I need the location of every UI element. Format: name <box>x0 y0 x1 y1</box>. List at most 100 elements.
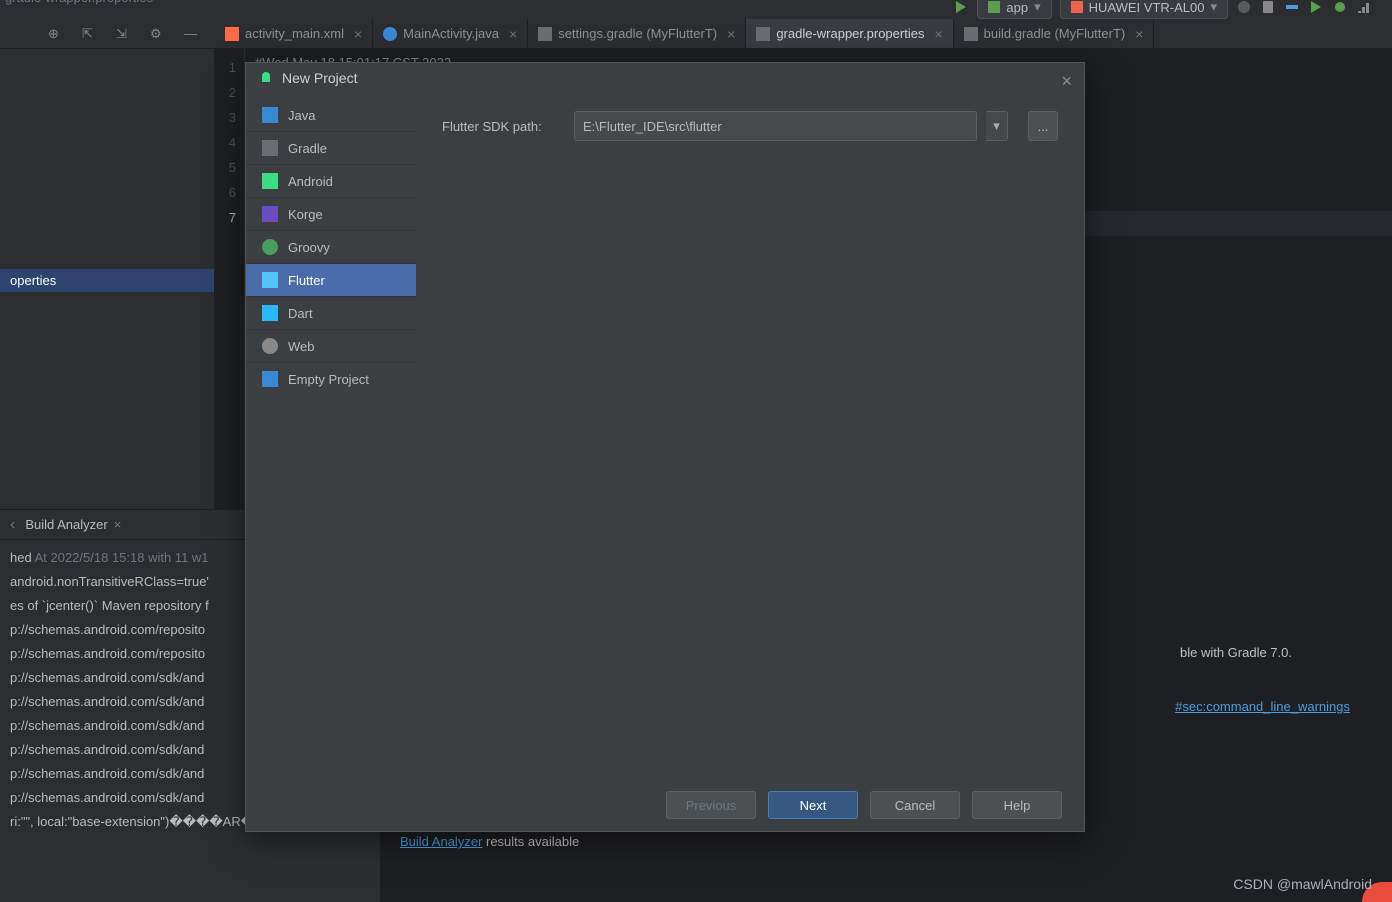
tab-close-icon[interactable]: × <box>1135 26 1143 42</box>
project-type-web[interactable]: Web <box>246 330 416 363</box>
build-analyzer-tab[interactable]: Build Analyzer × <box>25 517 121 532</box>
build-analyzer-link[interactable]: Build Analyzer <box>400 834 482 849</box>
sdk-path-row: Flutter SDK path: E:\Flutter_IDE\src\flu… <box>442 111 1058 141</box>
tab-label: activity_main.xml <box>245 26 344 41</box>
project-type-groovy[interactable]: Groovy <box>246 231 416 264</box>
help-button[interactable]: Help <box>972 791 1062 819</box>
profile-icon[interactable] <box>1356 0 1372 15</box>
sidebar-item-properties[interactable]: operties <box>0 269 214 292</box>
android-icon <box>258 70 274 86</box>
sdk-icon[interactable] <box>1284 0 1300 15</box>
project-type-empty-project[interactable]: Empty Project <box>246 363 416 395</box>
file-icon <box>383 27 397 41</box>
project-type-dart[interactable]: Dart <box>246 297 416 330</box>
type-icon <box>262 206 278 222</box>
type-label: Empty Project <box>288 372 369 387</box>
device-dropdown[interactable]: HUAWEI VTR-AL00▾ <box>1060 0 1228 19</box>
editor-tab-3[interactable]: gradle-wrapper.properties × <box>746 19 953 48</box>
editor-tabs: ⊕ ⇱ ⇲ ⚙ — activity_main.xml×MainActivity… <box>0 19 1392 49</box>
file-icon <box>225 27 239 41</box>
device-icon <box>1071 1 1083 13</box>
tab-label: build.gradle (MyFlutterT) <box>984 26 1126 41</box>
collapse-icon[interactable]: ⇲ <box>116 26 132 42</box>
type-label: Android <box>288 174 333 189</box>
type-icon <box>262 272 278 288</box>
tab-close-icon[interactable]: × <box>509 26 517 42</box>
build-analyzer-line: Build Analyzer results available <box>400 828 1372 855</box>
project-type-gradle[interactable]: Gradle <box>246 132 416 165</box>
tab-close-icon[interactable]: × <box>934 26 942 42</box>
project-type-korge[interactable]: Korge <box>246 198 416 231</box>
type-icon <box>262 173 278 189</box>
close-icon[interactable]: × <box>114 517 122 532</box>
expand-icon[interactable]: ⇱ <box>82 26 98 42</box>
type-icon <box>262 338 278 354</box>
previous-button[interactable]: Previous <box>666 791 756 819</box>
line-number: 5 <box>215 155 236 180</box>
tab-label: gradle-wrapper.properties <box>776 26 924 41</box>
type-icon <box>262 140 278 156</box>
project-type-list: Java Gradle Android Korge Groovy Flutter Dart W… <box>246 93 416 781</box>
run-icon[interactable] <box>953 0 969 15</box>
project-sidebar: operties <box>0 49 215 509</box>
type-icon <box>262 239 278 255</box>
cancel-button[interactable]: Cancel <box>870 791 960 819</box>
dialog-header: New Project × <box>246 63 1084 93</box>
file-icon <box>964 27 978 41</box>
editor-tab-4[interactable]: build.gradle (MyFlutterT) × <box>954 19 1155 48</box>
tab-close-icon[interactable]: × <box>727 26 735 42</box>
browse-button[interactable]: ... <box>1028 111 1058 141</box>
project-type-java[interactable]: Java <box>246 99 416 132</box>
next-button[interactable]: Next <box>768 791 858 819</box>
app-label: app <box>1006 0 1028 15</box>
type-icon <box>262 371 278 387</box>
line-gutter: 1234567 <box>215 49 245 509</box>
run-green-icon[interactable] <box>1308 0 1324 15</box>
sdk-path-dropdown[interactable]: ▾ <box>986 111 1008 141</box>
editor-tab-0[interactable]: activity_main.xml × <box>215 19 373 48</box>
run-config-dropdown[interactable]: app▾ <box>977 0 1051 19</box>
line-number: 6 <box>215 180 236 205</box>
gear-icon[interactable]: ⚙ <box>150 26 166 42</box>
warnings-link[interactable]: #sec:command_line_warnings <box>1175 699 1350 714</box>
sdk-path-input[interactable]: E:\Flutter_IDE\src\flutter <box>574 111 977 141</box>
dialog-close-icon[interactable]: × <box>1061 71 1072 92</box>
target-icon[interactable]: ⊕ <box>48 26 64 42</box>
hide-icon[interactable]: — <box>184 26 200 42</box>
editor-tab-1[interactable]: MainActivity.java × <box>373 19 528 48</box>
tab-label: settings.gradle (MyFlutterT) <box>558 26 717 41</box>
dialog-body: Java Gradle Android Korge Groovy Flutter Dart W… <box>246 93 1084 781</box>
debug-icon[interactable] <box>1332 0 1348 15</box>
type-label: Dart <box>288 306 313 321</box>
dialog-content: Flutter SDK path: E:\Flutter_IDE\src\flu… <box>416 93 1084 781</box>
app-icon <box>988 1 1000 13</box>
avd-icon[interactable] <box>1260 0 1276 15</box>
text-tail: results available <box>482 834 579 849</box>
close-panel-icon[interactable]: ‹ <box>10 516 15 534</box>
type-label: Java <box>288 108 315 123</box>
dialog-footer: Previous Next Cancel Help <box>246 781 1084 831</box>
type-icon <box>262 305 278 321</box>
project-type-android[interactable]: Android <box>246 165 416 198</box>
line-number: 4 <box>215 130 236 155</box>
type-label: Korge <box>288 207 323 222</box>
project-tools: ⊕ ⇱ ⇲ ⚙ — <box>0 19 215 48</box>
project-type-flutter[interactable]: Flutter <box>246 264 416 297</box>
new-project-dialog: New Project × Java Gradle Android Korge Groo… <box>245 62 1085 832</box>
file-icon <box>756 27 770 41</box>
line-number: 2 <box>215 80 236 105</box>
dialog-title: New Project <box>282 70 357 86</box>
tab-label: Build Analyzer <box>25 517 107 532</box>
type-label: Groovy <box>288 240 330 255</box>
sync-icon[interactable] <box>1236 0 1252 15</box>
sdk-path-label: Flutter SDK path: <box>442 119 562 134</box>
line-number: 7 <box>215 205 236 230</box>
device-label: HUAWEI VTR-AL00 <box>1089 0 1205 15</box>
type-label: Flutter <box>288 273 325 288</box>
file-icon <box>538 27 552 41</box>
tab-close-icon[interactable]: × <box>354 26 362 42</box>
watermark: CSDN @mawlAndroid <box>1233 876 1372 892</box>
editor-tab-2[interactable]: settings.gradle (MyFlutterT) × <box>528 19 746 48</box>
tab-label: MainActivity.java <box>403 26 499 41</box>
type-label: Web <box>288 339 315 354</box>
